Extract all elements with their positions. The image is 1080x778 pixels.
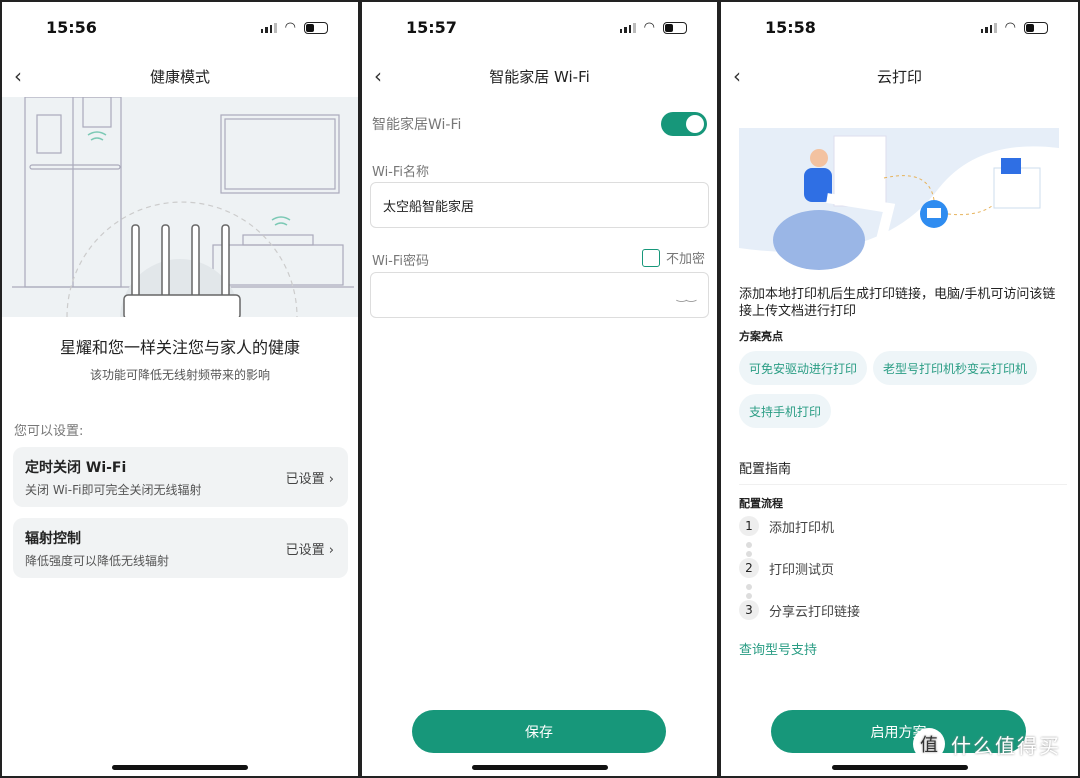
radiation-control-item[interactable]: 辐射控制 降低强度可以降低无线辐射 已设置 › — [13, 518, 348, 578]
item-status: 已设置 — [285, 472, 325, 487]
step-item: 2 打印测试页 — [739, 558, 834, 578]
cloud-print-description: 添加本地打印机后生成打印链接，电脑/手机可访问该链接上传文档进行打印 — [739, 287, 1056, 319]
no-encrypt-label: 不加密 — [666, 252, 706, 267]
watermark-badge-icon: 值 — [913, 728, 945, 760]
scheduled-wifi-off-item[interactable]: 定时关闭 Wi-Fi 关闭 Wi-Fi即可完全关闭无线辐射 已设置 › — [13, 447, 348, 507]
page-title: 健康模式 — [149, 68, 210, 86]
wifi-name-label: Wi-Fi名称 — [372, 165, 430, 180]
highlights-title: 方案亮点 — [739, 330, 783, 343]
signal-icon — [980, 22, 997, 33]
status-time: 15:57 — [406, 18, 457, 37]
no-encrypt-checkbox[interactable]: 不加密 — [642, 248, 705, 267]
signal-icon — [619, 22, 636, 33]
page-title: 云打印 — [876, 68, 922, 86]
step-number: 2 — [739, 558, 759, 578]
chevron-right-icon: › — [328, 543, 334, 558]
health-mode-screen: 15:56 ◠ ‹ 健康模式 星耀和您一样关注您与家人的健康 该功能可降低无线射… — [2, 2, 358, 776]
settings-section-label: 您可以设置: — [14, 424, 84, 439]
home-indicator — [112, 765, 248, 770]
item-status: 已设置 — [285, 543, 325, 558]
wifi-icon: ◠ — [284, 20, 296, 35]
wifi-name-input[interactable]: 太空船智能家居 — [370, 182, 709, 228]
status-icons: ◠ — [619, 20, 687, 35]
smart-wifi-toggle[interactable] — [661, 112, 707, 136]
step-item: 1 添加打印机 — [739, 516, 834, 536]
smart-wifi-toggle-label: 智能家居Wi-Fi — [372, 117, 462, 133]
step-connector — [746, 551, 752, 557]
step-item: 3 分享云打印链接 — [739, 600, 860, 620]
highlight-chip[interactable]: 可免安驱动进行打印 — [739, 351, 868, 385]
query-model-support-link[interactable]: 查询型号支持 — [739, 639, 817, 658]
battery-icon — [1024, 21, 1048, 34]
cloud-print-illustration — [739, 128, 1059, 278]
cloud-print-screen: 15:58 ◠ ‹ 云打印 添加本地打印机后生成打印链接，电脑/手机可访问该链接… — [721, 2, 1078, 776]
chevron-right-icon: › — [328, 472, 334, 487]
wifi-icon: ◠ — [1004, 20, 1016, 35]
step-label: 分享云打印链接 — [769, 604, 861, 620]
guide-title: 配置指南 — [739, 462, 792, 477]
status-time: 15:56 — [46, 18, 97, 37]
router-home-illustration — [2, 97, 358, 317]
health-heading: 星耀和您一样关注您与家人的健康 — [59, 338, 300, 357]
wifi-password-label: Wi-Fi密码 — [372, 254, 430, 269]
wifi-password-input[interactable]: ‿‿ — [370, 272, 709, 318]
smart-home-wifi-screen: 15:57 ◠ ‹ 智能家居 Wi-Fi 智能家居Wi-Fi Wi-Fi名称 太… — [362, 2, 717, 776]
flow-title: 配置流程 — [739, 497, 783, 510]
step-label: 添加打印机 — [769, 520, 835, 536]
step-connector — [746, 584, 752, 590]
step-connector — [746, 542, 752, 548]
step-number: 3 — [739, 600, 759, 620]
home-indicator — [471, 765, 608, 770]
signal-icon — [260, 22, 277, 33]
highlight-chip[interactable]: 老型号打印机秒变云打印机 — [873, 351, 1038, 385]
divider — [739, 484, 1067, 485]
step-label: 打印测试页 — [769, 562, 835, 578]
status-icons: ◠ — [980, 20, 1048, 35]
health-subheading: 该功能可降低无线射频带来的影响 — [89, 368, 270, 382]
checkbox-icon — [642, 248, 660, 267]
page-title: 智能家居 Wi-Fi — [489, 68, 590, 86]
highlight-chip[interactable]: 支持手机打印 — [739, 394, 832, 428]
watermark-logo: 值什么值得买 — [913, 728, 1061, 760]
home-indicator — [831, 765, 968, 770]
battery-icon — [663, 21, 687, 34]
step-number: 1 — [739, 516, 759, 536]
wifi-icon: ◠ — [643, 20, 655, 35]
status-icons: ◠ — [260, 20, 328, 35]
step-connector — [746, 593, 752, 599]
battery-icon — [304, 21, 328, 34]
save-button[interactable]: 保存 — [412, 710, 666, 753]
status-time: 15:58 — [765, 18, 816, 37]
eye-closed-icon[interactable]: ‿‿ — [677, 288, 696, 302]
